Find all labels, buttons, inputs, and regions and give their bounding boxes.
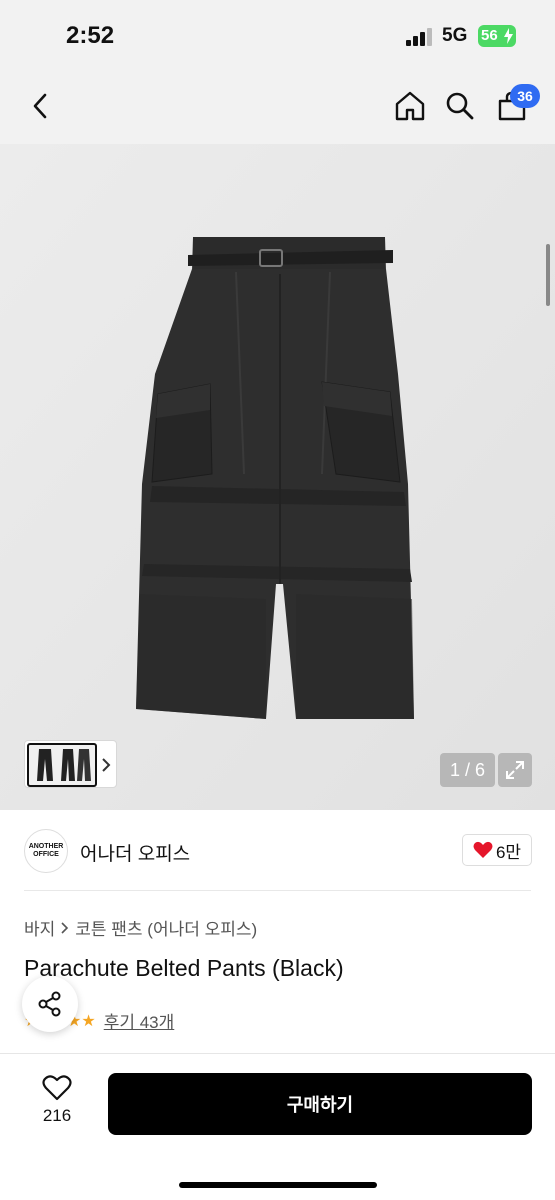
chevron-left-icon (33, 93, 47, 119)
status-bar: 2:52 5G 56 (0, 0, 555, 70)
product-title: Parachute Belted Pants (Black) (24, 955, 344, 981)
network-label: 5G (442, 25, 468, 46)
wishlist-count: 216 (42, 1106, 72, 1125)
scrollbar[interactable] (546, 244, 550, 306)
home-button[interactable] (388, 84, 432, 128)
brand-like-button[interactable]: 6만 (462, 834, 532, 866)
search-icon (446, 92, 474, 120)
signal-icon (406, 28, 434, 46)
top-nav (0, 70, 555, 144)
battery-level: 56 (481, 27, 498, 44)
breadcrumb-item-2[interactable]: 코튼 팬츠 (어나더 오피스) (75, 915, 257, 940)
brand-logo-text-2: OFFICE (33, 851, 59, 858)
cart-count-badge: 36 (510, 84, 540, 108)
product-image[interactable] (0, 144, 555, 810)
battery-icon: 56 (478, 25, 516, 47)
home-icon (395, 91, 425, 121)
thumbnail-strip[interactable] (24, 740, 117, 788)
brand-name[interactable]: 어나더 오피스 (80, 839, 190, 866)
breadcrumb-item-1[interactable]: 바지 (24, 915, 55, 940)
breadcrumb: 바지 코튼 팬츠 (어나더 오피스) (24, 915, 257, 940)
home-indicator (179, 1182, 377, 1188)
brand-like-count: 6만 (495, 842, 522, 862)
thumbnail-image (37, 749, 91, 781)
chevron-right-icon (102, 758, 111, 772)
back-button[interactable] (18, 84, 62, 128)
wishlist-button[interactable]: 216 (30, 1074, 84, 1126)
share-button[interactable] (22, 976, 78, 1032)
image-counter: 1 / 6 (440, 753, 495, 787)
brand-logo-text-1: ANOTHER (28, 843, 64, 850)
expand-button[interactable] (498, 753, 532, 787)
thumbnail-selected[interactable] (27, 743, 97, 787)
heart-filled-icon (473, 841, 493, 858)
buy-button[interactable]: 구매하기 (108, 1073, 532, 1135)
product-page: 2:52 5G 56 36 1 / 6 ANOTHER OFFICE 어나더 오… (0, 0, 555, 1200)
status-time: 2:52 (66, 22, 115, 49)
pants-image (0, 144, 555, 810)
heart-outline-icon (42, 1075, 72, 1101)
share-icon (38, 991, 61, 1017)
bottom-action-bar: 216 구매하기 (0, 1053, 555, 1200)
review-count-link[interactable]: 후기 43개 (104, 1008, 175, 1033)
chevron-right-icon (61, 921, 69, 934)
expand-icon (506, 761, 524, 779)
charging-icon (504, 28, 513, 44)
brand-logo[interactable]: ANOTHER OFFICE (24, 829, 68, 873)
divider (24, 890, 531, 891)
search-button[interactable] (438, 84, 482, 128)
